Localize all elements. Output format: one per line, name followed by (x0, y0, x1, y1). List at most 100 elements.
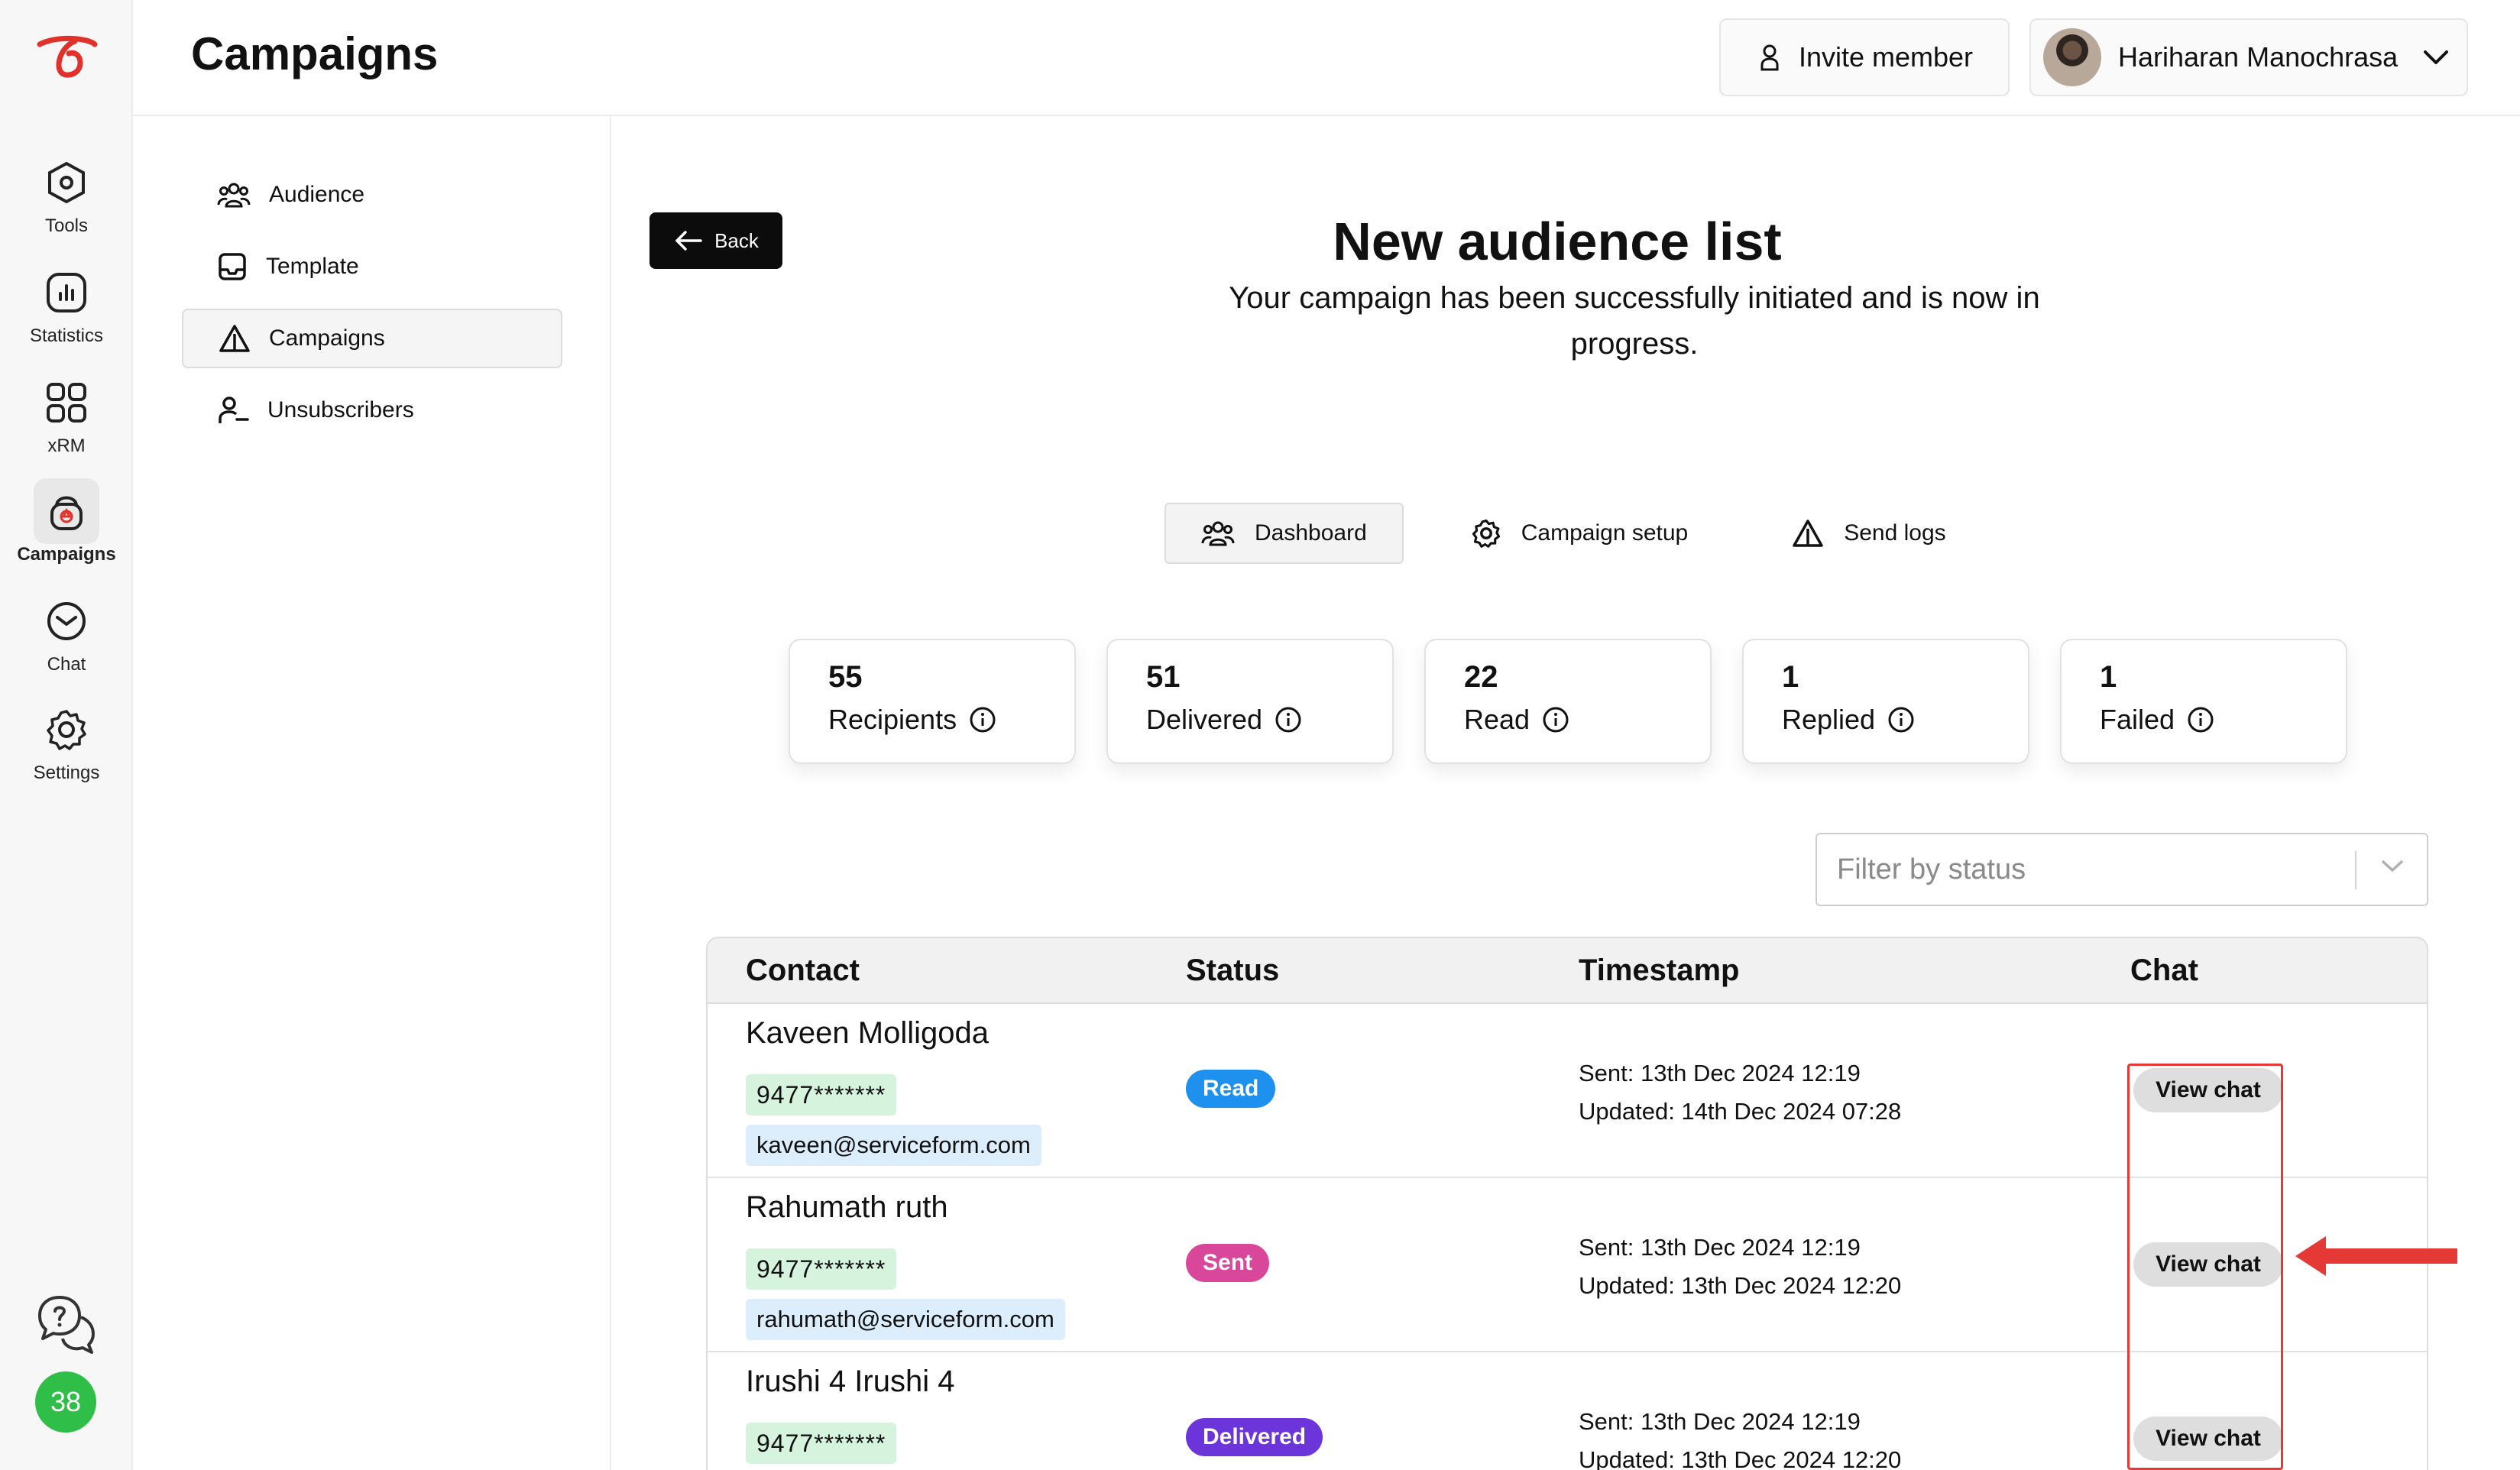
subnav-item-label: Campaigns (269, 325, 385, 351)
table-header: Contact Status Timestamp Chat (708, 938, 2427, 1004)
subnav-item-unsubscribers[interactable]: Unsubscribers (182, 380, 562, 440)
contact-phone: 9477******* (746, 1074, 897, 1115)
rail-item-label: Statistics (29, 325, 104, 346)
subnav-item-template[interactable]: Template (182, 237, 562, 296)
annotation-arrow-icon (2295, 1236, 2457, 1276)
rail-item-settings[interactable]: Settings (0, 697, 133, 784)
stat-label: Recipients (828, 704, 957, 735)
invite-member-label: Invite member (1798, 41, 1974, 73)
rail-item-xrm[interactable]: xRM (0, 370, 133, 457)
column-header-chat[interactable]: Chat (2130, 954, 2198, 988)
subnav-item-campaigns[interactable]: Campaigns (182, 309, 562, 368)
stat-label: Read (1464, 704, 1530, 735)
stat-label: Failed (2100, 704, 2175, 735)
user-menu-button[interactable]: Hariharan Manochrasa (2029, 18, 2468, 96)
stat-value: 1 (2100, 660, 2117, 694)
info-icon[interactable] (1542, 706, 1569, 733)
rail-item-statistics[interactable]: Statistics (0, 260, 133, 347)
rail-item-label: xRM (47, 435, 86, 456)
info-icon[interactable] (1275, 706, 1302, 733)
stat-value: 55 (828, 660, 863, 694)
stats-row: 55 Recipients 51 Delivered 22 Read 1 Rep… (789, 639, 2347, 764)
table-row: Kaveen Molligoda 9477******* kaveen@serv… (708, 1004, 2427, 1178)
user-name: Hariharan Manochrasa (2118, 41, 2399, 73)
stat-value: 22 (1464, 660, 1498, 694)
user-plus-icon (1760, 44, 1779, 71)
stat-card-failed: 1 Failed (2060, 639, 2347, 764)
gear-icon (34, 697, 99, 763)
contact-name: Rahumath ruth (746, 1190, 948, 1224)
campaign-tabs: Dashboard Campaign setup Send logs (1164, 503, 1983, 564)
page-subtitle: Your campaign has been successfully init… (1229, 281, 2040, 361)
chat-icon (34, 588, 99, 654)
stat-value: 1 (1782, 660, 1799, 694)
rail-item-chat[interactable]: Chat (0, 588, 133, 675)
status-badge: Read (1186, 1070, 1276, 1108)
contact-email: kaveen@serviceform.com (746, 1125, 1041, 1166)
column-header-contact[interactable]: Contact (746, 954, 860, 988)
column-header-status[interactable]: Status (1186, 954, 1279, 988)
column-header-timestamp[interactable]: Timestamp (1579, 954, 1739, 988)
subnav-item-label: Template (266, 254, 359, 279)
invite-member-button[interactable]: Invite member (1719, 18, 2010, 96)
bar-chart-icon (34, 260, 99, 325)
info-icon[interactable] (969, 706, 996, 733)
rail-item-label: Settings (33, 763, 100, 783)
contact-name: Irushi 4 Irushi 4 (746, 1365, 955, 1398)
filter-placeholder: Filter by status (1837, 853, 2026, 886)
page-header-title: Campaigns (191, 28, 439, 79)
table-row: Irushi 4 Irushi 4 9477******* Delivered … (708, 1352, 2427, 1470)
rail-item-label: Campaigns (17, 544, 116, 565)
user-minus-icon (219, 397, 249, 423)
sent-time: Sent: 13th Dec 2024 12:19 (1579, 1408, 1861, 1435)
timestamp-cell: Sent: 13th Dec 2024 12:19 Updated: 14th … (1579, 1054, 1901, 1131)
recipients-table: Contact Status Timestamp Chat Kaveen Mol… (706, 937, 2428, 1470)
help-chat-icon[interactable] (34, 1291, 98, 1355)
view-chat-button[interactable]: View chat (2133, 1242, 2283, 1287)
hexagon-icon (34, 150, 99, 215)
campaign-icon (34, 478, 99, 544)
rail-item-label: Chat (47, 654, 86, 675)
rail-item-label: Tools (44, 215, 89, 236)
sent-time: Sent: 13th Dec 2024 12:19 (1579, 1060, 1861, 1086)
avatar (2043, 28, 2101, 86)
tab-dashboard[interactable]: Dashboard (1164, 503, 1404, 564)
gear-icon (1472, 519, 1500, 548)
view-chat-button[interactable]: View chat (2133, 1068, 2283, 1112)
app-logo-icon[interactable] (35, 31, 99, 84)
status-filter-select[interactable]: Filter by status (1816, 833, 2428, 906)
timestamp-cell: Sent: 13th Dec 2024 12:19 Updated: 13th … (1579, 1403, 1901, 1470)
stat-card-recipients: 55 Recipients (789, 639, 1076, 764)
template-icon (219, 253, 246, 280)
warning-triangle-icon (219, 325, 250, 352)
main-content: Back New audience list Your campaign has… (611, 116, 2520, 1470)
sent-time: Sent: 13th Dec 2024 12:19 (1579, 1234, 1861, 1261)
top-header: Campaigns Invite member Hariharan Manoch… (133, 0, 2520, 116)
updated-time: Updated: 14th Dec 2024 07:28 (1579, 1098, 1902, 1125)
people-icon (1201, 521, 1235, 546)
subnav-item-label: Unsubscribers (267, 397, 414, 423)
tab-label: Campaign setup (1521, 520, 1689, 546)
tab-campaign-setup[interactable]: Campaign setup (1434, 503, 1725, 564)
icon-rail: Tools Statistics xRM Campaigns Chat Sett… (0, 0, 133, 1470)
tab-send-logs[interactable]: Send logs (1755, 503, 1982, 564)
chevron-down-icon (2424, 50, 2449, 64)
contact-phone: 9477******* (746, 1248, 897, 1290)
tab-label: Dashboard (1255, 520, 1367, 546)
tab-label: Send logs (1844, 520, 1946, 546)
view-chat-button[interactable]: View chat (2133, 1417, 2283, 1461)
updated-time: Updated: 13th Dec 2024 12:20 (1579, 1272, 1902, 1299)
subnav-item-label: Audience (269, 182, 365, 207)
status-badge: Sent (1186, 1244, 1270, 1282)
rail-item-campaigns[interactable]: Campaigns (0, 478, 133, 565)
table-row: Rahumath ruth 9477******* rahumath@servi… (708, 1178, 2427, 1352)
status-badge: Delivered (1186, 1418, 1323, 1456)
select-divider (2355, 851, 2356, 889)
subnav-item-audience[interactable]: Audience (182, 165, 562, 225)
info-icon[interactable] (2187, 706, 2214, 733)
info-icon[interactable] (1887, 706, 1915, 733)
timestamp-cell: Sent: 13th Dec 2024 12:19 Updated: 13th … (1579, 1229, 1901, 1305)
campaigns-subnav: Audience Template Campaigns Unsubscriber… (133, 116, 611, 1470)
notification-count-badge[interactable]: 38 (35, 1371, 96, 1433)
rail-item-tools[interactable]: Tools (0, 150, 133, 237)
